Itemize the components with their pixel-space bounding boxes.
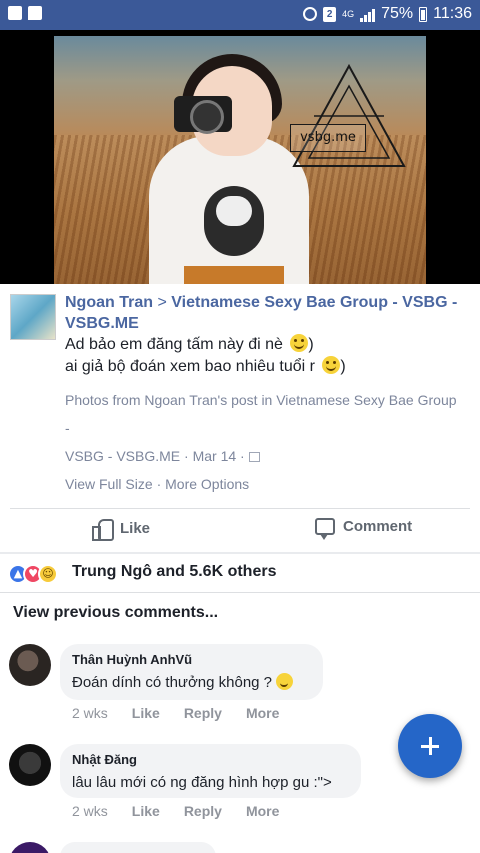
comment-reply-button[interactable]: Reply	[184, 803, 222, 819]
post-text-line-2-end: )	[340, 358, 346, 375]
post-meta: Photos from Ngoan Tran's post in Vietnam…	[65, 386, 465, 498]
comment-button[interactable]: Comment	[315, 518, 480, 540]
smile-emoji-icon	[322, 356, 341, 374]
post-text-line-1: Ad bảo em đăng tấm này đi nè	[65, 336, 283, 353]
comment-more-button[interactable]: More	[246, 705, 279, 721]
reaction-count[interactable]: Trung Ngô and 5.6K others	[72, 563, 276, 581]
notification-icons	[8, 6, 42, 20]
post-header: Ngoan Tran > Vietnamese Sexy Bae Group -…	[65, 292, 465, 334]
new-post-button[interactable]	[398, 714, 462, 778]
comment-bubble[interactable]: Thân Huỳnh AnhVũ Đoán dính có thưởng khô…	[60, 644, 323, 700]
reactions-summary[interactable]: ▲ ♥ ☺ Trung Ngô and 5.6K others	[0, 554, 480, 592]
reaction-icons: ▲ ♥ ☺	[8, 564, 58, 584]
network-type: 4G	[342, 8, 355, 19]
skirt	[184, 266, 284, 284]
comment-time: 2 wks	[72, 803, 108, 819]
author-avatar[interactable]	[10, 294, 56, 340]
comment-meta: 2 wks Like Reply More	[72, 803, 303, 819]
thumbs-up-icon	[92, 518, 114, 541]
battery-icon	[419, 6, 428, 22]
comment-more-button[interactable]: More	[246, 803, 279, 819]
comment-text: lâu lâu mới có ng đăng hình hợp gu :">	[72, 774, 332, 791]
like-button[interactable]: Like	[92, 518, 151, 541]
panda-print	[204, 186, 264, 256]
wink-emoji-icon	[276, 673, 294, 690]
post-photo[interactable]: vsbg.me	[54, 36, 426, 284]
view-full-size-link[interactable]: View Full Size	[65, 476, 153, 492]
comment-meta: 2 wks Like Reply More	[72, 705, 303, 721]
post-actions: Like Comment	[0, 510, 480, 552]
alarm-icon	[303, 7, 318, 21]
clock: 11:36	[433, 5, 472, 22]
smile-emoji-icon	[290, 334, 309, 352]
post-text-line-2: ai giả bộ đoán xem bao nhiêu tuổi r	[65, 358, 315, 375]
comment-bubble[interactable]: Nhật Đăng lâu lâu mới có ng đăng hình hợ…	[60, 744, 361, 798]
signal-icon	[360, 7, 376, 22]
gallery-icon	[8, 6, 22, 20]
like-label: Like	[120, 519, 151, 537]
commenter-avatar[interactable]	[9, 744, 51, 786]
calendar-icon	[248, 452, 260, 462]
sim-icon: 2	[323, 6, 337, 22]
comment-label: Comment	[343, 518, 413, 535]
watermark-text: vsbg.me	[290, 124, 366, 152]
watermark-logo	[292, 63, 406, 167]
author-name[interactable]: Ngoan Tran	[65, 294, 153, 311]
system-icons: 2 4G 75% 11:36	[303, 5, 472, 23]
battery-percent: 75%	[381, 5, 414, 22]
camera	[174, 96, 232, 134]
post-text: Ad bảo em đăng tấm này đi nè ) ai giả bộ…	[65, 334, 470, 378]
divider	[10, 508, 470, 509]
more-options-link[interactable]: More Options	[165, 476, 249, 492]
separator-icon: >	[157, 294, 167, 311]
commenter-name[interactable]: Thân Huỳnh AnhVũ	[72, 651, 311, 669]
comment-like-button[interactable]: Like	[132, 705, 160, 721]
comment-like-button[interactable]: Like	[132, 803, 160, 819]
message-icon	[28, 6, 42, 20]
commenter-name[interactable]: Nhật Đăng	[72, 751, 349, 769]
divider	[0, 592, 480, 593]
commenter-avatar[interactable]	[9, 842, 51, 853]
comment-reply-button[interactable]: Reply	[184, 705, 222, 721]
meta-dot: ·	[156, 476, 162, 492]
photos-source-line-1[interactable]: Photos from Ngoan Tran's post in Vietnam…	[65, 386, 465, 442]
comment-icon	[315, 518, 335, 540]
haha-reaction-icon: ☺	[38, 564, 58, 584]
view-previous-comments-link[interactable]: View previous comments...	[13, 604, 218, 622]
photo-viewer: vsbg.me	[0, 30, 480, 284]
status-bar: 2 4G 75% 11:36	[0, 0, 480, 30]
post-text-line-1-end: )	[308, 336, 314, 353]
commenter-avatar[interactable]	[9, 644, 51, 686]
comment-time: 2 wks	[72, 705, 108, 721]
comment-text: Đoán dính có thưởng không ?	[72, 674, 273, 691]
photos-source-line-2[interactable]: VSBG - VSBG.ME · Mar 14 ·	[65, 448, 245, 464]
comment-bubble[interactable]	[60, 842, 216, 853]
